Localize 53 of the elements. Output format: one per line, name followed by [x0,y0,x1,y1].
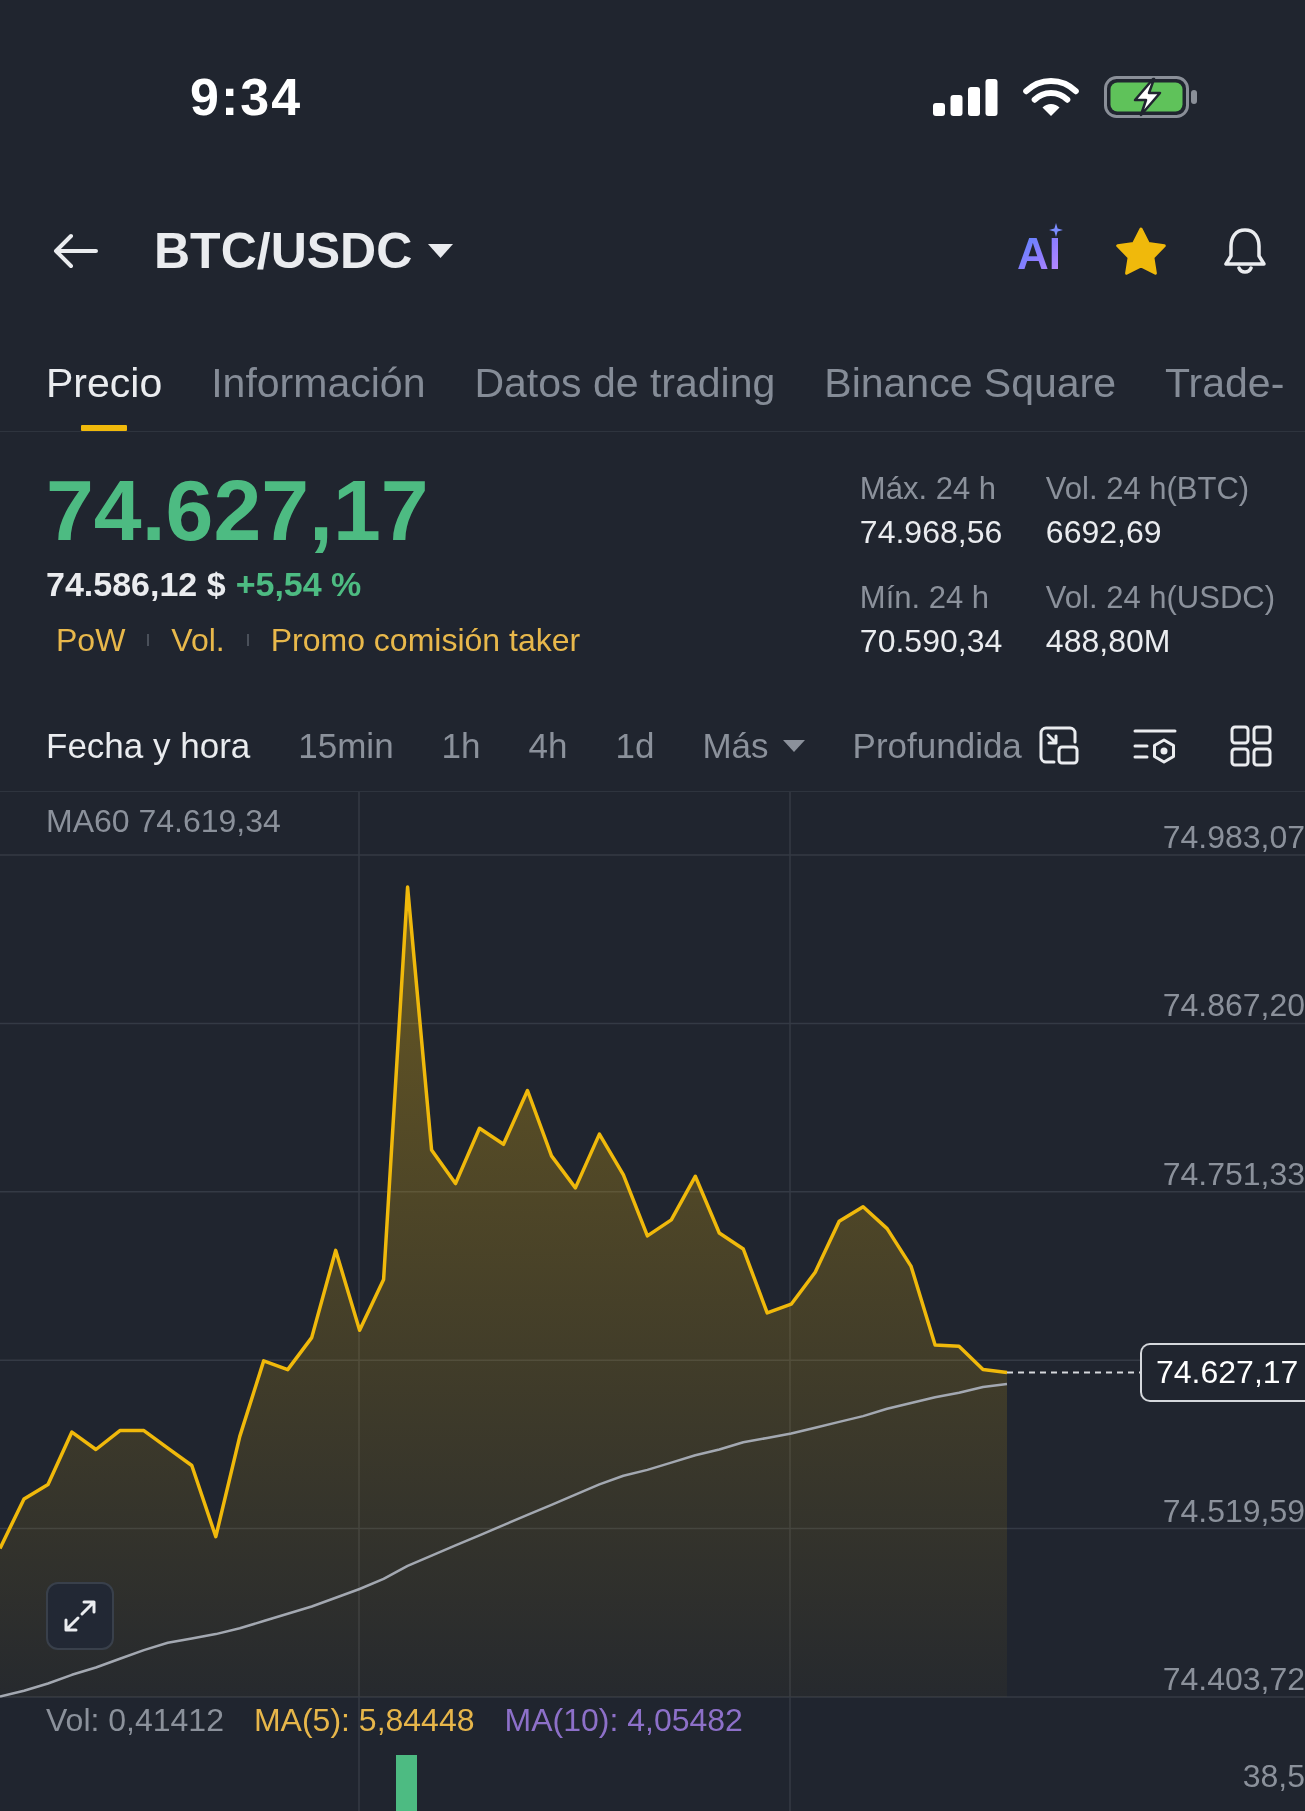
tab[interactable]: Trade- [1165,362,1285,431]
interval-tab[interactable]: 15min [298,724,394,767]
volume-bar [396,1755,417,1811]
stat-value: 74.968,56 [859,513,1004,552]
tab[interactable]: Datos de trading [474,362,776,431]
ma-legend: MA60 74.619,34 [46,801,281,841]
volume-axis-label: 38,5 [1242,1757,1305,1796]
stat-value: 6692,69 [1045,513,1163,552]
indicator-reading: MA(5): 5,84448 [253,1701,475,1740]
arrow-left-icon[interactable] [52,233,98,269]
tag-link[interactable]: Promo comisión taker [260,620,591,660]
stat-label: Máx. 24 h [859,470,997,508]
interval-tab[interactable]: 1d [615,724,655,767]
tab[interactable]: Binance Square [824,362,1117,431]
window-arrow-icon[interactable] [1038,725,1080,766]
caret-icon [782,739,805,752]
interval-tab[interactable]: Fecha y hora [46,724,251,767]
pair-selector[interactable]: BTC/USDC [154,222,454,280]
last-price: 74.627,17 [46,467,430,553]
interval-tab[interactable]: 1h [441,724,481,767]
star-icon[interactable] [1115,226,1167,276]
tab[interactable]: Información [211,362,426,431]
tab[interactable]: Precio [46,362,163,431]
y-axis-label: 74.403,72 [1162,1660,1305,1699]
caret-icon [428,244,454,258]
expand-icon [62,1598,98,1634]
current-price-tag: 74.627,17 [1140,1343,1305,1402]
interval-tab[interactable]: 4h [528,724,568,767]
stat-value: 488,80M [1045,622,1172,661]
grid-icon[interactable] [1230,724,1272,767]
stat-label: Vol. 24 h(BTC) [1045,470,1251,508]
battery-charging-icon [1104,76,1198,118]
wifi-icon [1023,77,1079,117]
y-axis-label: 74.983,07 [1162,818,1305,857]
y-axis-label: 74.519,59 [1162,1491,1305,1531]
tag-link[interactable]: PoW [46,620,136,660]
stat-label: Vol. 24 h(USDC) [1045,579,1275,617]
tag-link[interactable]: Vol. [161,620,235,660]
status-time: 9:34 [190,67,303,127]
y-axis-label: 74.867,20 [1162,986,1305,1026]
price-change: +5,54 % [235,564,362,604]
sparkle-icon [1049,223,1063,237]
signal-icon [933,78,998,116]
interval-tab[interactable]: Profundida [852,724,1022,767]
stat-label: Mín. 24 h [859,579,991,617]
fiat-price: 74.586,12 $ [46,564,226,604]
indicator-reading: Vol: 0,41412 [46,1701,224,1740]
stat-value: 70.590,34 [859,622,1004,661]
bell-icon[interactable] [1221,227,1269,275]
indicator-reading: MA(10): 4,05482 [504,1701,743,1740]
interval-tab[interactable]: Más [702,724,805,767]
y-axis-label: 74.751,33 [1162,1154,1305,1194]
expand-button[interactable] [46,1582,114,1650]
